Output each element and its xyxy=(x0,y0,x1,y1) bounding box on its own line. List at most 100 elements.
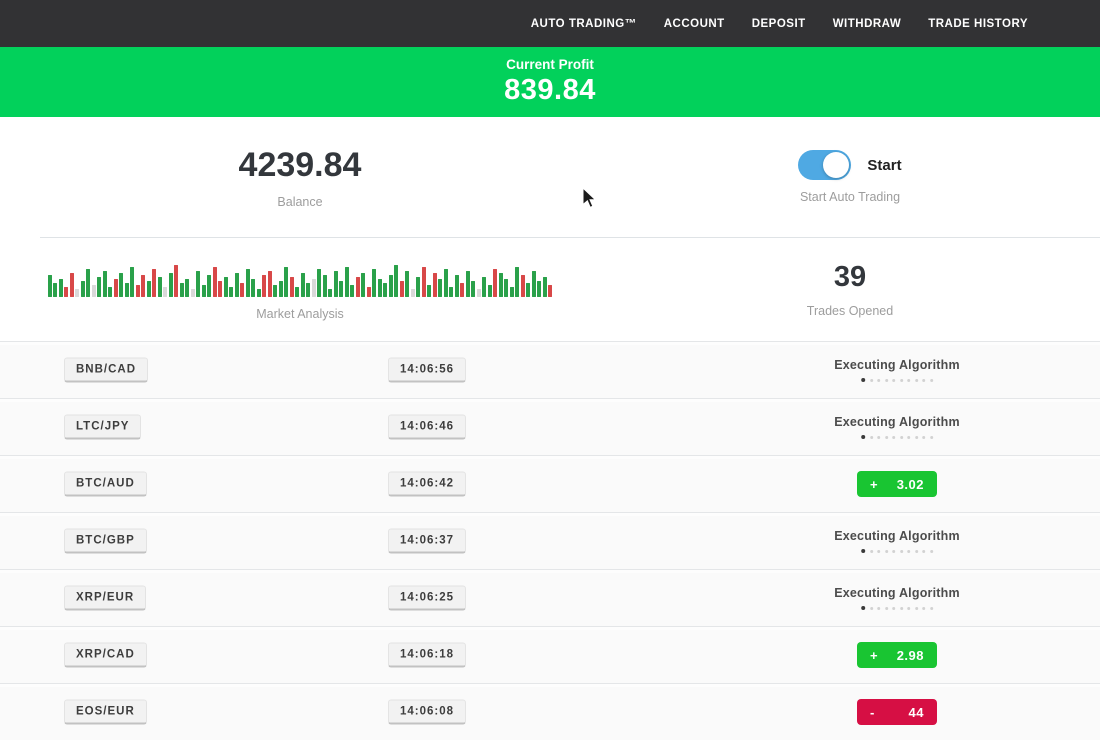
market-bar xyxy=(103,271,107,297)
trade-row: XRP/EUR14:06:25Executing Algorithm xyxy=(0,569,1100,626)
market-bar xyxy=(295,287,299,297)
market-bar xyxy=(119,273,123,297)
progress-dot xyxy=(892,607,895,610)
balance-block: 4239.84 Balance xyxy=(0,117,600,237)
market-bar xyxy=(389,275,393,297)
market-bar xyxy=(86,269,90,297)
progress-dot xyxy=(915,550,918,553)
progress-dot xyxy=(892,436,895,439)
progress-dot xyxy=(907,436,910,439)
pair-chip: BTC/AUD xyxy=(64,472,147,497)
progress-dot xyxy=(930,379,933,382)
market-bar xyxy=(548,285,552,297)
market-bar xyxy=(273,285,277,297)
market-bar xyxy=(466,271,470,297)
progress-dot xyxy=(892,379,895,382)
progress-dots xyxy=(861,378,933,382)
trade-row: XRP/CAD14:06:18+2.98 xyxy=(0,626,1100,683)
progress-dot xyxy=(885,607,888,610)
market-bar xyxy=(312,279,316,297)
progress-dot xyxy=(870,436,873,439)
progress-dot xyxy=(922,436,925,439)
auto-trading-toggle[interactable] xyxy=(798,150,851,180)
profit-sign: + xyxy=(870,648,878,663)
time-chip: 14:06:42 xyxy=(388,472,466,497)
stats-row-bottom: Market Analysis 39 Trades Opened xyxy=(0,238,1100,341)
market-bar xyxy=(422,267,426,297)
market-bar xyxy=(180,283,184,297)
progress-dot xyxy=(885,379,888,382)
market-bar xyxy=(114,279,118,297)
nav-item-trade-history[interactable]: TRADE HISTORY xyxy=(928,18,1028,30)
progress-dot xyxy=(915,607,918,610)
market-bar xyxy=(504,279,508,297)
progress-dot xyxy=(861,549,865,553)
progress-dots xyxy=(861,435,933,439)
progress-dot xyxy=(900,607,903,610)
market-bar xyxy=(383,283,387,297)
balance-label: Balance xyxy=(277,195,322,209)
market-bar xyxy=(125,283,129,297)
executing-label: Executing Algorithm xyxy=(834,415,960,429)
current-profit-value: 839.84 xyxy=(504,74,596,107)
trades-opened-value: 39 xyxy=(834,261,866,294)
market-bar xyxy=(262,275,266,297)
market-bar xyxy=(356,277,360,297)
market-bar xyxy=(279,281,283,297)
executing-status: Executing Algorithm xyxy=(834,586,960,610)
market-bar xyxy=(521,275,525,297)
nav-item-account[interactable]: ACCOUNT xyxy=(664,18,725,30)
nav-item-auto-trading[interactable]: AUTO TRADING™ xyxy=(531,18,637,30)
market-bar xyxy=(257,289,261,297)
executing-label: Executing Algorithm xyxy=(834,586,960,600)
nav-item-deposit[interactable]: DEPOSIT xyxy=(752,18,806,30)
progress-dot xyxy=(877,550,880,553)
market-bar xyxy=(196,271,200,297)
market-bar xyxy=(444,269,448,297)
market-bar xyxy=(488,285,492,297)
progress-dot xyxy=(907,607,910,610)
market-bar xyxy=(158,277,162,297)
trades-opened-label: Trades Opened xyxy=(807,304,893,318)
auto-trading-block: Start Start Auto Trading xyxy=(600,117,1100,237)
progress-dot xyxy=(930,607,933,610)
executing-status: Executing Algorithm xyxy=(834,415,960,439)
market-bar xyxy=(48,275,52,297)
market-bar xyxy=(163,287,167,297)
toggle-start-label: Start xyxy=(867,157,901,174)
market-bar xyxy=(367,287,371,297)
progress-dot xyxy=(915,436,918,439)
market-bar xyxy=(532,271,536,297)
profit-amount: 44 xyxy=(909,705,924,720)
market-bar xyxy=(361,273,365,297)
market-bar xyxy=(460,283,464,297)
market-bar xyxy=(510,287,514,297)
progress-dot xyxy=(861,435,865,439)
progress-dot xyxy=(870,550,873,553)
market-bar xyxy=(471,281,475,297)
market-bar xyxy=(284,267,288,297)
market-bar xyxy=(455,275,459,297)
trade-row: BTC/GBP14:06:37Executing Algorithm xyxy=(0,512,1100,569)
market-bar xyxy=(53,283,57,297)
balance-value: 4239.84 xyxy=(239,146,362,185)
profit-sign: + xyxy=(870,477,878,492)
trades-opened-block: 39 Trades Opened xyxy=(600,238,1100,341)
market-bar xyxy=(350,285,354,297)
market-bar xyxy=(449,287,453,297)
current-profit-banner: Current Profit 839.84 xyxy=(0,47,1100,117)
progress-dots xyxy=(861,549,933,553)
market-bar xyxy=(416,277,420,297)
market-bar xyxy=(345,267,349,297)
progress-dot xyxy=(885,550,888,553)
progress-dot xyxy=(885,436,888,439)
time-chip: 14:06:56 xyxy=(388,358,466,383)
market-analysis-label: Market Analysis xyxy=(256,307,344,321)
market-bar xyxy=(152,269,156,297)
market-bar xyxy=(229,287,233,297)
profit-badge: +3.02 xyxy=(857,471,937,497)
nav-item-withdraw[interactable]: WITHDRAW xyxy=(833,18,902,30)
time-chip: 14:06:46 xyxy=(388,415,466,440)
executing-status: Executing Algorithm xyxy=(834,358,960,382)
pair-chip: BTC/GBP xyxy=(64,529,147,554)
